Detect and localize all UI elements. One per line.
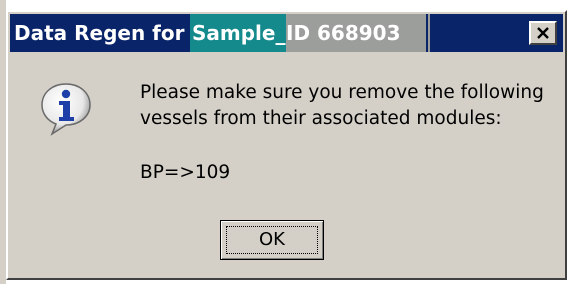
message-text: Please make sure you remove the followin… [140, 80, 560, 132]
window-title-part1: Data Regen for [14, 21, 185, 45]
info-icon [38, 80, 94, 136]
ok-button-focus-rect: OK [226, 226, 318, 254]
message-dialog: Data Regen for Sample_ ID 668903 Please … [6, 10, 567, 280]
title-bar[interactable]: Data Regen for Sample_ ID 668903 [10, 14, 563, 52]
ok-button[interactable]: OK [220, 220, 324, 260]
window-title-part3: ID 668903 [286, 14, 432, 52]
window-title-part2: Sample_ [190, 14, 286, 52]
close-icon [536, 22, 550, 43]
vessel-value: BP=>109 [140, 162, 231, 183]
ok-button-label: OK [259, 229, 285, 250]
message-line-1: Please make sure you remove the followin… [140, 82, 544, 103]
message-line-2: vessels from their associated modules: [140, 108, 502, 129]
close-button[interactable] [529, 21, 557, 45]
